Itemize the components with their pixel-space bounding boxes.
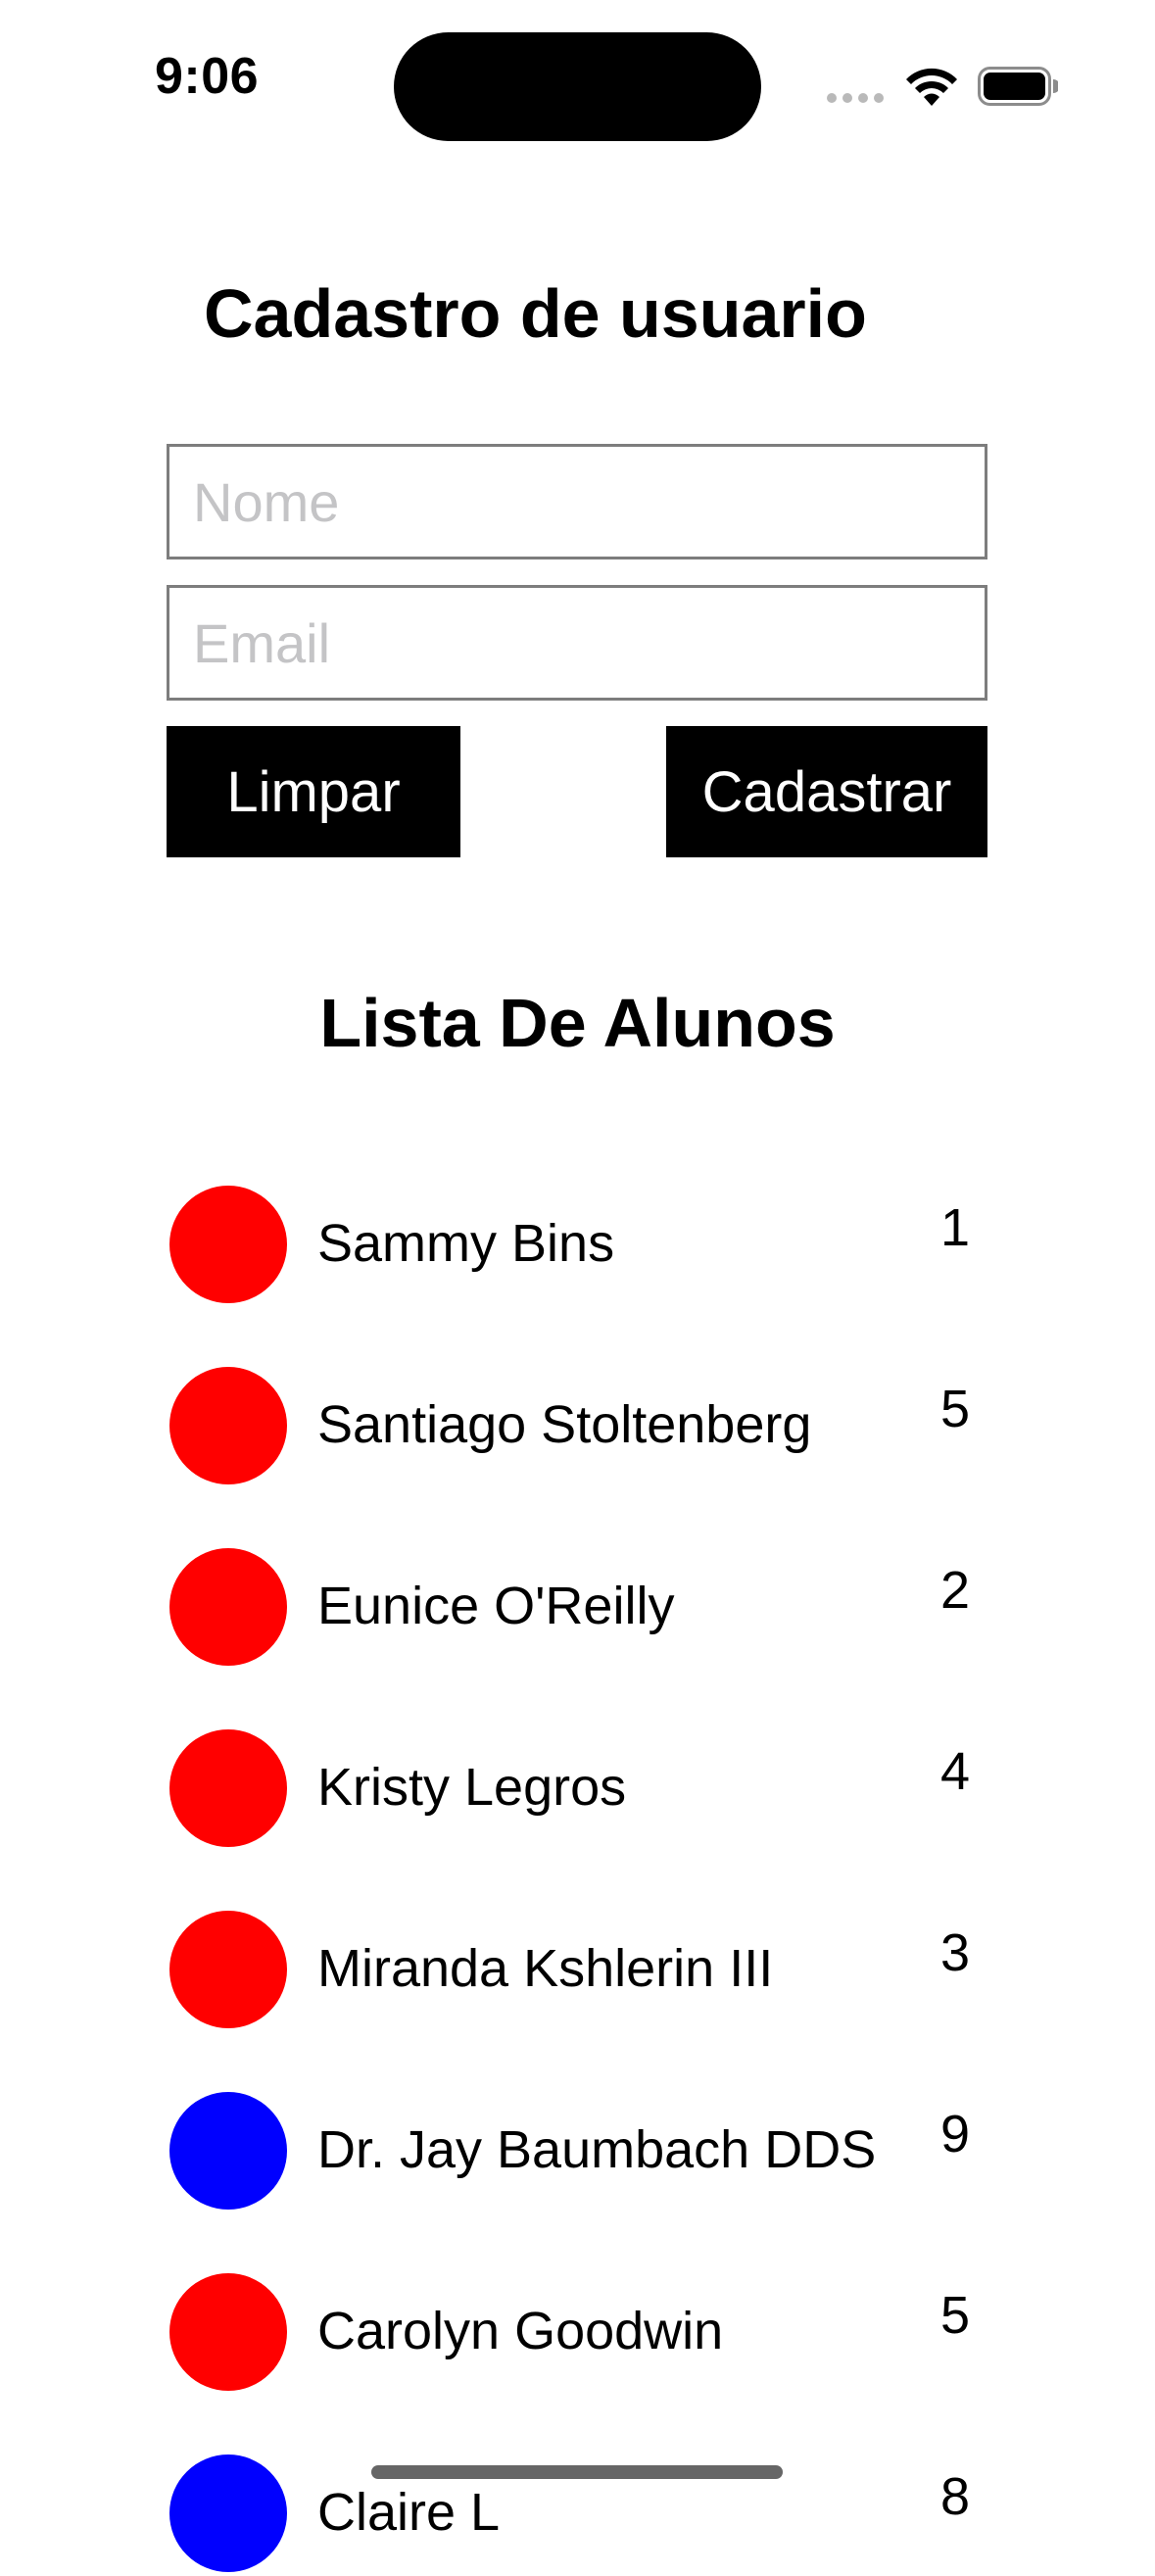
student-name: Santiago Stoltenberg — [317, 1395, 812, 1454]
list-item: Santiago Stoltenberg 5 — [167, 1367, 987, 1488]
dynamic-island — [394, 32, 761, 141]
list-item: Eunice O'Reilly 2 — [167, 1548, 987, 1670]
register-button[interactable]: Cadastrar — [666, 726, 987, 857]
home-indicator[interactable] — [371, 2465, 783, 2479]
student-number: 3 — [939, 1923, 970, 1982]
list-item: Carolyn Goodwin 5 — [167, 2273, 987, 2395]
student-name: Kristy Legros — [317, 1758, 627, 1817]
status-dot — [169, 1548, 287, 1666]
status-dot — [169, 2454, 287, 2572]
name-input[interactable] — [167, 444, 987, 559]
student-name: Miranda Kshlerin III — [317, 1939, 774, 1998]
status-dot — [169, 1367, 287, 1484]
student-name: Sammy Bins — [317, 1214, 615, 1273]
student-number: 9 — [939, 2105, 970, 2163]
student-number: 5 — [939, 2286, 970, 2345]
status-dot — [169, 1729, 287, 1847]
student-number: 8 — [939, 2467, 970, 2526]
list-item: Kristy Legros 4 — [167, 1729, 987, 1851]
cellular-signal-icon — [827, 93, 886, 103]
wifi-icon — [906, 68, 957, 106]
list-title: Lista De Alunos — [319, 985, 836, 1061]
status-dot — [169, 2273, 287, 2391]
email-input[interactable] — [167, 585, 987, 701]
student-number: 1 — [939, 1198, 970, 1257]
student-number: 2 — [939, 1561, 970, 1620]
student-name: Claire L — [317, 2483, 501, 2542]
page-title: Cadastro de usuario — [204, 275, 867, 352]
list-item: Sammy Bins 1 — [167, 1186, 987, 1307]
list-item: Dr. Jay Baumbach DDS 9 — [167, 2092, 987, 2213]
student-name: Carolyn Goodwin — [317, 2302, 724, 2360]
clear-button[interactable]: Limpar — [167, 726, 460, 857]
status-time: 9:06 — [155, 48, 260, 105]
student-name: Eunice O'Reilly — [317, 1577, 675, 1635]
list-item: Miranda Kshlerin III 3 — [167, 1911, 987, 2032]
battery-icon — [978, 67, 1058, 106]
student-number: 4 — [939, 1742, 970, 1801]
student-number: 5 — [939, 1380, 970, 1438]
status-dot — [169, 1911, 287, 2028]
status-dot — [169, 1186, 287, 1303]
status-dot — [169, 2092, 287, 2210]
student-name: Dr. Jay Baumbach DDS — [317, 2120, 877, 2179]
